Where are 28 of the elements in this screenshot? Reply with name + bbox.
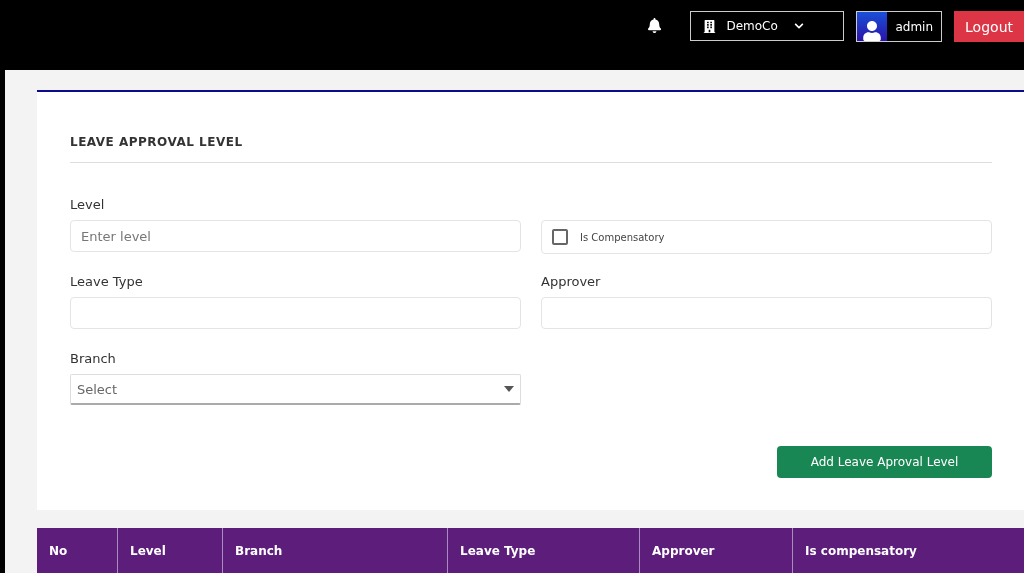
add-button[interactable]: Add Leave Aproval Level (777, 446, 992, 478)
form-title: LEAVE APPROVAL LEVEL (70, 135, 992, 163)
field-label: Leave Type (70, 274, 144, 289)
branch-select[interactable]: Select (70, 374, 521, 405)
chevron-down-icon (793, 21, 804, 31)
column-header: Is compensatory (793, 528, 1024, 573)
field-label: Branch (70, 351, 117, 366)
avatar-icon (857, 12, 888, 41)
checkbox-label: Is Compensatory (580, 231, 665, 243)
bell-icon[interactable] (647, 18, 663, 33)
building-icon (703, 19, 717, 33)
leave-type-input[interactable] (70, 297, 521, 329)
column-header: Leave Type (448, 528, 640, 573)
approver-input[interactable] (541, 297, 992, 329)
field-label: Level (70, 197, 106, 212)
checkbox[interactable] (552, 229, 568, 245)
user-menu[interactable]: admin (856, 11, 943, 42)
logout-button[interactable]: Logout (954, 11, 1024, 42)
column-header: Approver (640, 528, 793, 573)
company-dropdown[interactable]: DemoCo (690, 11, 845, 41)
column-header: Level (118, 528, 223, 573)
select-placeholder: Select (77, 381, 118, 397)
column-header: No (37, 528, 118, 573)
caret-icon (504, 386, 514, 392)
level-input[interactable]: Enter level (70, 220, 521, 252)
field-label: Approver (541, 274, 602, 289)
user-name: admin (895, 19, 934, 34)
column-header: Branch (223, 528, 448, 573)
